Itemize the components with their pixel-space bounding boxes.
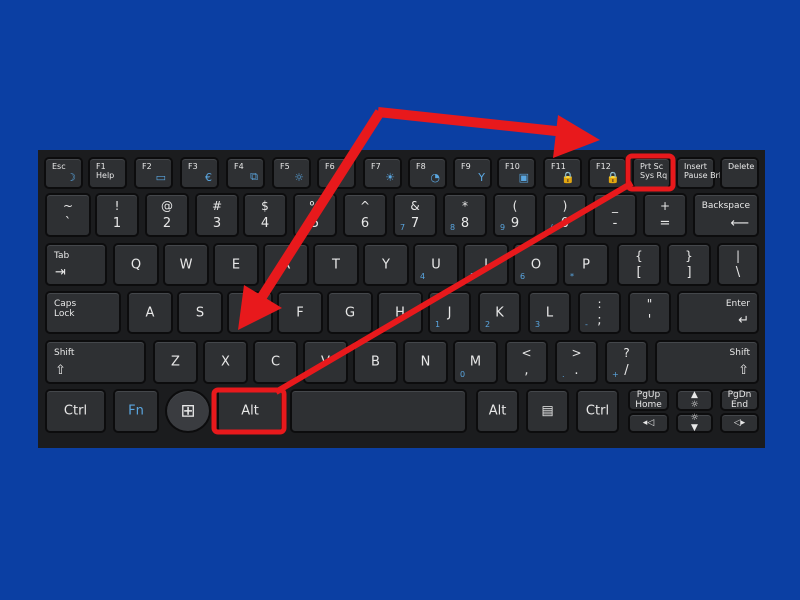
- highlight-prtsc-box: [625, 153, 676, 192]
- arrow-right-shaft: [377, 107, 566, 137]
- highlight-alt-box: [211, 387, 287, 435]
- arrow-left-shaft: [255, 109, 385, 303]
- annotation-overlay: [211, 107, 676, 435]
- connector-line: [274, 180, 634, 395]
- arrow-right-head: [553, 115, 600, 158]
